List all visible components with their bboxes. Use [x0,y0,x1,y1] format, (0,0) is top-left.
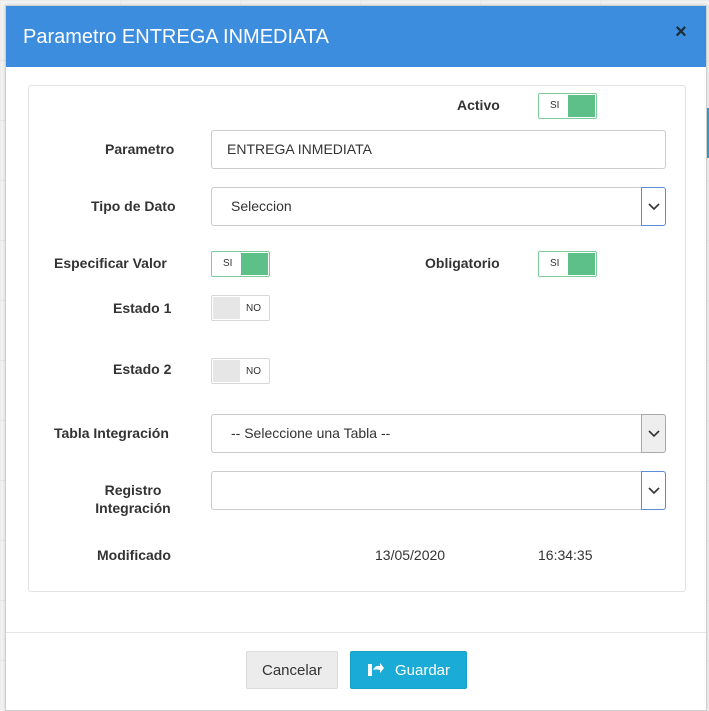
parametro-label: Parametro [105,141,175,157]
obligatorio-label: Obligatorio [425,255,500,271]
tabla-integracion-select[interactable]: -- Seleccione una Tabla -- [211,414,666,453]
modificado-label: Modificado [97,547,171,563]
modificado-date: 13/05/2020 [375,547,446,563]
especificar-valor-toggle-text: SI [223,258,233,269]
tipo-dato-label: Tipo de Dato [91,198,176,214]
footer-divider [6,632,706,633]
registro-integracion-label-line1: Registro [104,482,162,498]
tipo-dato-select[interactable]: Seleccion [211,187,666,226]
estado1-toggle[interactable]: NO [211,295,270,321]
tipo-dato-value: Seleccion [231,198,292,214]
toggle-knob [213,297,240,319]
tabla-integracion-label: Tabla Integración [54,425,169,441]
registro-integracion-select[interactable] [211,471,666,510]
activo-toggle[interactable]: SI [538,93,597,119]
modificado-time: 16:34:35 [538,547,593,563]
estado2-toggle[interactable]: NO [211,358,270,384]
modal-title: Parametro ENTREGA INMEDIATA [23,26,329,48]
modal-header: Parametro ENTREGA INMEDIATA × [6,6,706,67]
registro-integracion-label: Registro Integración [89,481,177,517]
toggle-knob [241,253,268,275]
parametro-input[interactable]: ENTREGA INMEDIATA [211,130,666,169]
toggle-knob [568,253,595,275]
form-panel: Activo SI Parametro ENTREGA INMEDIATA Ti… [28,85,686,592]
especificar-valor-toggle[interactable]: SI [211,251,270,277]
activo-toggle-text: SI [550,100,560,111]
toggle-knob [568,95,595,117]
parametro-modal: Parametro ENTREGA INMEDIATA × Activo SI … [5,5,707,711]
estado1-label: Estado 1 [113,300,172,316]
tabla-integracion-value: -- Seleccione una Tabla -- [231,425,391,441]
estado2-toggle-text: NO [246,366,261,377]
cancel-button[interactable]: Cancelar [246,651,338,689]
obligatorio-toggle-text: SI [550,258,560,269]
estado2-label: Estado 2 [113,361,172,377]
chevron-down-icon[interactable] [641,414,666,453]
registro-integracion-label-line2: Integración [95,500,171,516]
especificar-valor-label: Especificar Valor [54,255,167,271]
toggle-knob [213,360,240,382]
estado1-toggle-text: NO [246,303,261,314]
chevron-down-icon[interactable] [641,471,666,510]
save-button[interactable]: Guardar [350,651,467,689]
save-share-icon [367,663,384,676]
chevron-down-icon[interactable] [641,187,666,226]
close-icon[interactable]: × [672,22,690,42]
activo-label: Activo [457,97,500,113]
obligatorio-toggle[interactable]: SI [538,251,597,277]
save-button-label: Guardar [394,661,451,679]
